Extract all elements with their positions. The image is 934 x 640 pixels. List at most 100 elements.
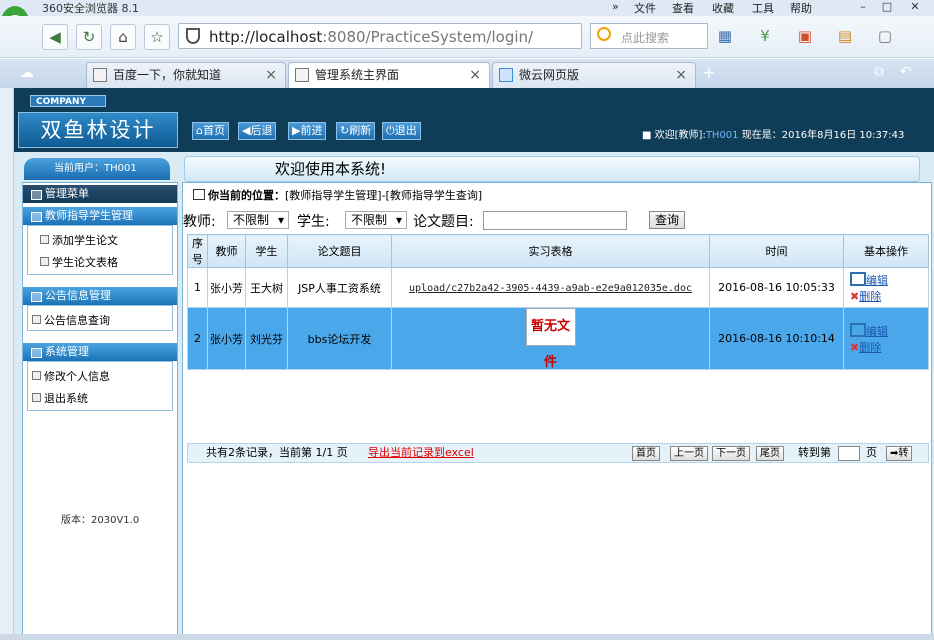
app-frame: COMPANY 双鱼林设计 ⌂首页 ◀后退 ▶前进 ↻刷新 ⏻退出 ■ 欢迎[教… bbox=[14, 88, 934, 640]
cell-student: 刘光芬 bbox=[245, 307, 288, 370]
tab-label: 管理系统主界面 bbox=[315, 68, 400, 82]
ad-block-icon[interactable]: ▣ bbox=[792, 24, 818, 50]
teacher-select[interactable]: 不限制 bbox=[227, 211, 289, 229]
first-page-button[interactable]: 首页 bbox=[632, 446, 660, 461]
cell-teacher: 张小芳 bbox=[207, 307, 246, 370]
col-header-title: 论文题目 bbox=[287, 234, 392, 268]
export-excel-link[interactable]: 导出当前记录到excel bbox=[368, 444, 474, 462]
title-search-input[interactable] bbox=[483, 211, 627, 230]
menu-file[interactable]: 文件 bbox=[634, 0, 656, 16]
close-window-icon[interactable]: ✕ bbox=[904, 0, 926, 14]
refresh-button[interactable]: ↻刷新 bbox=[336, 122, 376, 140]
student-select[interactable]: 不限制 bbox=[345, 211, 407, 229]
paper-table: 序号 教师 学生 论文题目 实习表格 时间 基本操作 1 张小芳 王大树 JSP bbox=[187, 234, 929, 370]
col-header-teacher: 教师 bbox=[207, 234, 246, 268]
page-number-input[interactable] bbox=[838, 446, 860, 461]
cell-student: 王大树 bbox=[245, 267, 288, 308]
tab-baidu[interactable]: 百度一下，你就知道 × bbox=[86, 62, 286, 88]
menu-view[interactable]: 查看 bbox=[672, 0, 694, 16]
money-icon[interactable]: ¥ bbox=[752, 24, 778, 50]
search-placeholder: 点此搜索 bbox=[621, 31, 670, 45]
home-button[interactable]: ⌂首页 bbox=[192, 122, 229, 140]
page-icon bbox=[295, 68, 309, 82]
col-header-file: 实习表格 bbox=[391, 234, 710, 268]
welcome-banner: 欢迎使用本系统! bbox=[184, 156, 920, 182]
table-row: 2 张小芳 刘光芬 bbs论坛开发 暂无文件 2016-08-16 10:10:… bbox=[187, 307, 929, 370]
go-page-button[interactable]: ➡转 bbox=[886, 446, 913, 461]
sidebar-item-notice-query[interactable]: 公告信息查询 bbox=[30, 312, 110, 328]
sidebar-item-add-paper[interactable]: 添加学生论文 bbox=[38, 232, 118, 248]
extension-icon[interactable]: ▤ bbox=[832, 24, 858, 50]
delete-icon[interactable]: ✖ bbox=[850, 290, 859, 303]
menu-group-notice[interactable]: 公告信息管理 bbox=[23, 287, 177, 305]
location-icon bbox=[193, 189, 205, 200]
query-button[interactable]: 查询 bbox=[649, 211, 686, 229]
search-engine-icon bbox=[597, 27, 611, 41]
menu-tools[interactable]: 工具 bbox=[752, 0, 774, 16]
next-page-button[interactable]: 下一页 bbox=[712, 446, 750, 461]
app-logo: 双鱼林设计 bbox=[18, 112, 178, 148]
baidu-paw-icon bbox=[93, 68, 107, 82]
logout-button[interactable]: ⏻退出 bbox=[382, 122, 421, 140]
col-header-time: 时间 bbox=[709, 234, 844, 268]
new-tab-icon[interactable]: + bbox=[702, 63, 715, 82]
address-url[interactable]: http://localhost:8080/PracticeSystem/log… bbox=[209, 28, 533, 46]
tab-label: 微云网页版 bbox=[519, 68, 580, 82]
close-tab-icon[interactable]: × bbox=[265, 63, 277, 87]
edit-link[interactable]: 编辑 bbox=[866, 274, 888, 287]
close-tab-icon[interactable]: × bbox=[469, 63, 481, 87]
screenshot-icon[interactable]: ▢ bbox=[872, 24, 898, 50]
minimize-icon[interactable]: – bbox=[852, 0, 874, 14]
maximize-icon[interactable]: □ bbox=[876, 0, 898, 14]
sidebar-item-paper-table[interactable]: 学生论文表格 bbox=[38, 254, 118, 270]
edit-link[interactable]: 编辑 bbox=[866, 325, 888, 338]
undo-close-icon[interactable]: ↶ bbox=[900, 64, 912, 80]
tab-system-main[interactable]: 管理系统主界面 × bbox=[288, 62, 490, 88]
delete-link[interactable]: 删除 bbox=[859, 290, 881, 303]
back-button[interactable]: ◀后退 bbox=[238, 122, 277, 140]
cell-no: 2 bbox=[187, 307, 208, 370]
last-page-button[interactable]: 尾页 bbox=[756, 446, 784, 461]
status-bar bbox=[0, 634, 934, 640]
cell-file: upload/c27b2a42-3905-4439-a9ab-e2e9a0120… bbox=[391, 267, 710, 308]
sidebar-item-exit-system[interactable]: 退出系统 bbox=[30, 390, 88, 406]
apps-grid-icon[interactable]: ▦ bbox=[712, 24, 738, 50]
student-filter-label: 学生: bbox=[297, 214, 330, 230]
menu-help[interactable]: 帮助 bbox=[790, 0, 812, 16]
cloud-icon[interactable]: ☁ bbox=[20, 65, 34, 81]
menu-group-teacher-student[interactable]: 教师指导学生管理 bbox=[23, 207, 177, 225]
menu-favorites[interactable]: 收藏 bbox=[712, 0, 734, 16]
address-bar[interactable]: http://localhost:8080/PracticeSystem/log… bbox=[178, 23, 582, 49]
browser-title: 360安全浏览器 8.1 bbox=[42, 2, 139, 15]
menu-group-system[interactable]: 系统管理 bbox=[23, 343, 177, 361]
goto-label: 转到第 bbox=[798, 446, 831, 459]
edit-icon[interactable] bbox=[850, 322, 866, 337]
delete-link[interactable]: 删除 bbox=[859, 341, 881, 354]
pagination-bar: 共有2条记录，当前第 1/1 页 导出当前记录到excel 首页 上一页 下一页… bbox=[187, 443, 929, 463]
back-icon[interactable]: ◀ bbox=[42, 24, 68, 50]
prev-page-button[interactable]: 上一页 bbox=[670, 446, 708, 461]
cell-actions: 编辑 ✖删除 bbox=[843, 267, 929, 308]
browser-titlebar: 360安全浏览器 8.1 » 文件 查看 收藏 工具 帮助 – □ ✕ bbox=[0, 0, 934, 16]
search-input[interactable]: 点此搜索 bbox=[590, 23, 708, 49]
cell-file: 暂无文件 bbox=[391, 307, 710, 370]
forward-button[interactable]: ▶前进 bbox=[288, 122, 327, 140]
tab-list-icon[interactable]: ⧉ bbox=[874, 64, 884, 80]
delete-icon[interactable]: ✖ bbox=[850, 341, 859, 354]
cell-teacher: 张小芳 bbox=[207, 267, 246, 308]
close-tab-icon[interactable]: × bbox=[675, 63, 687, 87]
main-content: 你当前的位置：[教师指导学生管理]-[教师指导学生查询] 教师: 不限制 学生:… bbox=[182, 182, 932, 638]
col-header-no: 序号 bbox=[187, 234, 208, 268]
tab-weiyun[interactable]: 微云网页版 × bbox=[492, 62, 696, 88]
file-download-link[interactable]: upload/c27b2a42-3905-4439-a9ab-e2e9a0120… bbox=[409, 283, 692, 294]
main-menu-header: 管理菜单 bbox=[23, 185, 177, 203]
edit-icon[interactable] bbox=[850, 271, 866, 286]
favorite-star-icon[interactable]: ☆ bbox=[144, 24, 170, 50]
home-icon[interactable]: ⌂ bbox=[110, 24, 136, 50]
breadcrumb: 你当前的位置：[教师指导学生管理]-[教师指导学生查询] bbox=[193, 187, 482, 203]
refresh-icon[interactable]: ↻ bbox=[76, 24, 102, 50]
table-row: 1 张小芳 王大树 JSP人事工资系统 upload/c27b2a42-3905… bbox=[187, 267, 929, 308]
col-header-student: 学生 bbox=[245, 234, 288, 268]
menu-chevron-icon[interactable]: » bbox=[612, 0, 619, 13]
sidebar-item-edit-profile[interactable]: 修改个人信息 bbox=[30, 368, 110, 384]
